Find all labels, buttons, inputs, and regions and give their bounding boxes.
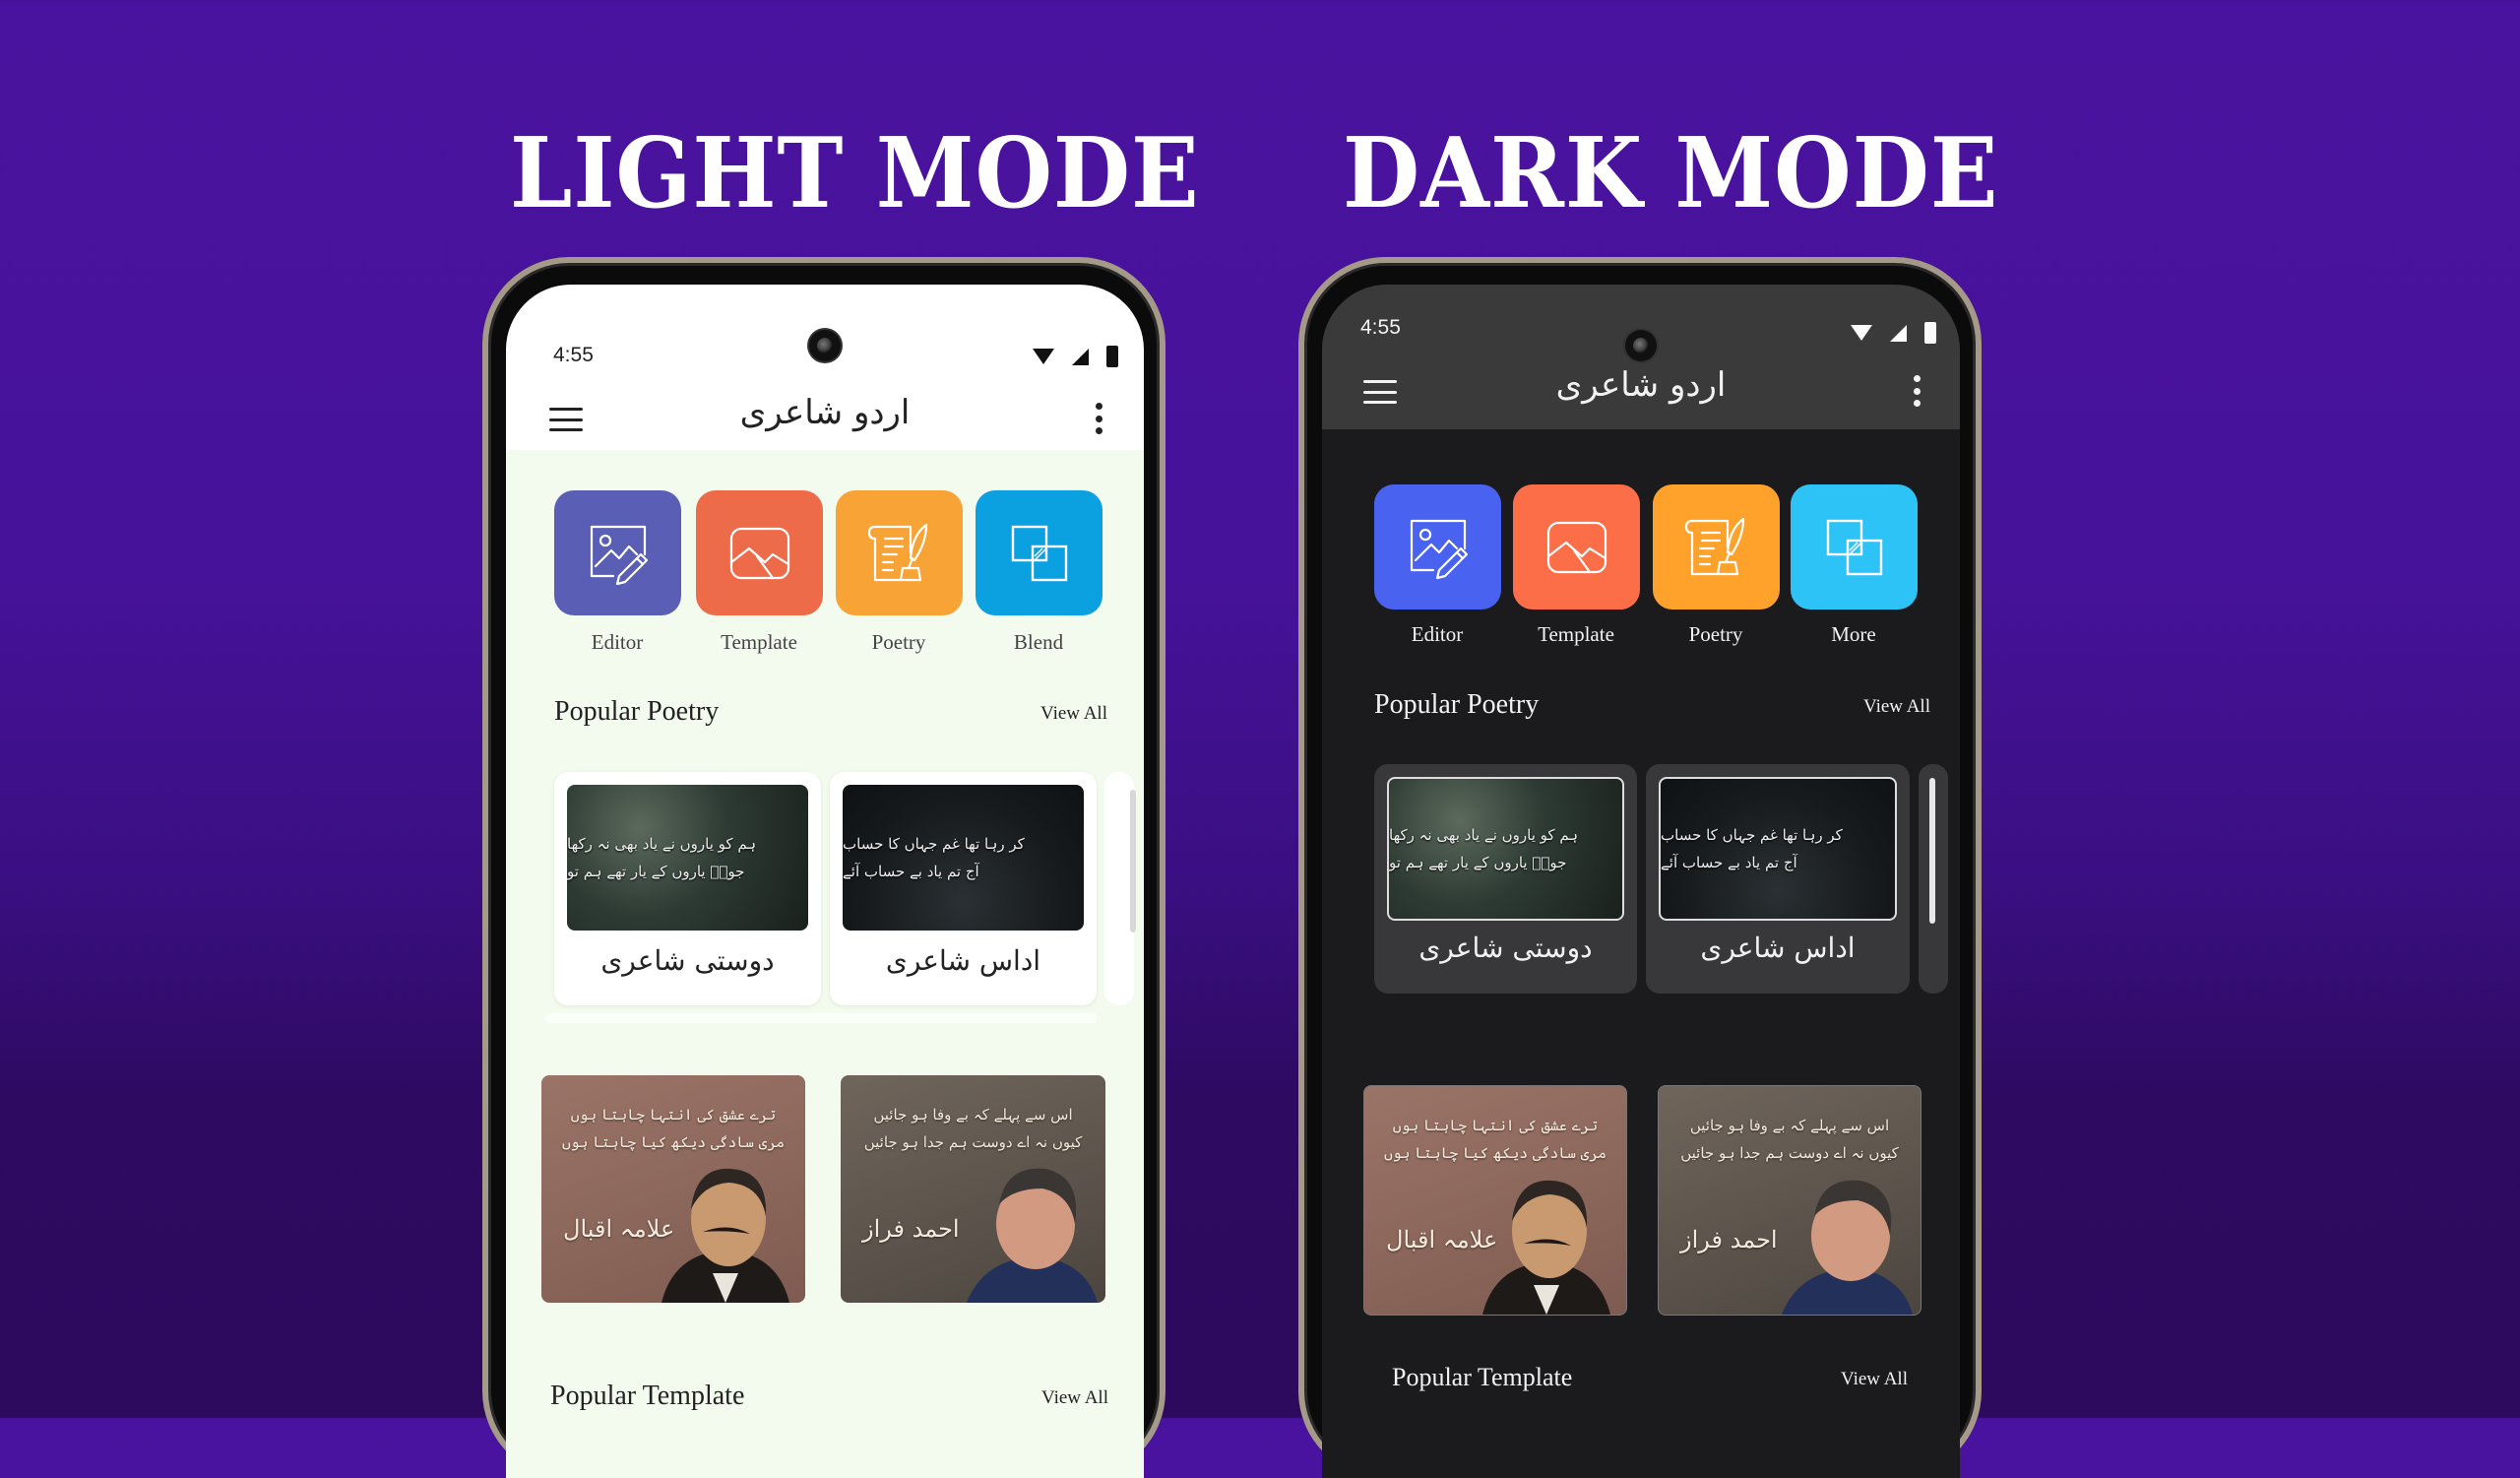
image-edit-icon bbox=[1410, 519, 1468, 579]
template-card[interactable]: ترے عشق کی انتہا چاہتا ہوں مری سادگی دیکھ… bbox=[541, 1075, 805, 1303]
divider bbox=[545, 1013, 1097, 1023]
wifi-icon bbox=[1033, 349, 1054, 364]
template-verse: اس سے پہلے کہ بے وفا ہو جائیں کیوں نہ اے … bbox=[863, 1106, 1083, 1151]
popular-template-view-all[interactable]: View All bbox=[1041, 1387, 1108, 1409]
verse-line: ہم کو یاروں نے یاد بھی نہ رکھا bbox=[1389, 826, 1579, 844]
dark-phone-screen: 4:55 اردو شاعری Editor Template Poetry M… bbox=[1322, 285, 1960, 1478]
poet-portrait-image bbox=[967, 1168, 1098, 1303]
battery-icon bbox=[1924, 322, 1936, 344]
landscape-frame-icon bbox=[729, 527, 789, 579]
scroll-quill-icon bbox=[1684, 517, 1744, 575]
poetry-card[interactable]: کر رہا تھا غم جہاں کا حساب آج تم یاد بے … bbox=[1646, 764, 1910, 994]
tile-label-template: Template bbox=[1538, 622, 1614, 646]
verse-line: ہم کو یاروں نے یاد بھی نہ رکھا bbox=[567, 835, 757, 853]
poetry-card-image: کر رہا تھا غم جہاں کا حساب آج تم یاد بے … bbox=[1659, 777, 1897, 921]
tile-poetry[interactable] bbox=[1653, 484, 1780, 610]
front-camera-icon bbox=[809, 330, 841, 361]
template-verse: ترے عشق کی انتہا چاہتا ہوں مری سادگی دیکھ… bbox=[562, 1106, 785, 1151]
poetry-card-caption: دوستی شاعری bbox=[600, 944, 775, 977]
image-edit-icon bbox=[590, 525, 648, 585]
verse-line: آج تم یاد بے حساب آئے bbox=[843, 863, 979, 880]
template-card[interactable]: ترے عشق کی انتہا چاہتا ہوں مری سادگی دیکھ… bbox=[1363, 1085, 1627, 1316]
app-bar: اردو شاعری bbox=[506, 383, 1144, 452]
tile-template[interactable] bbox=[696, 490, 823, 615]
signal-icon bbox=[1890, 324, 1907, 342]
light-mode-phone: 4:55 اردو شاعری Editor Template Poetry B… bbox=[482, 257, 1166, 1478]
status-time: 4:55 bbox=[553, 344, 594, 366]
poet-portrait-image bbox=[1482, 1180, 1610, 1315]
tile-label-editor: Editor bbox=[1411, 622, 1464, 646]
popular-poetry-title: Popular Poetry bbox=[554, 696, 720, 727]
more-options-icon[interactable] bbox=[1913, 375, 1921, 407]
poet-portrait-image bbox=[1782, 1180, 1913, 1315]
popular-poetry-view-all[interactable]: View All bbox=[1040, 703, 1107, 725]
overlap-squares-icon bbox=[1826, 519, 1882, 575]
tile-more[interactable] bbox=[1791, 484, 1918, 610]
tile-label-poetry: Poetry bbox=[871, 630, 926, 654]
status-icons bbox=[1851, 322, 1936, 344]
landscape-frame-icon bbox=[1546, 521, 1606, 573]
tile-template[interactable] bbox=[1513, 484, 1640, 610]
dark-mode-phone: 4:55 اردو شاعری Editor Template Poetry M… bbox=[1298, 257, 1982, 1478]
scroll-quill-icon bbox=[867, 523, 927, 581]
status-icons bbox=[1033, 346, 1118, 367]
verse-line: آج تم یاد بے حساب آئے bbox=[1661, 854, 1797, 871]
tile-label-editor: Editor bbox=[591, 630, 644, 654]
template-poet-name: احمد فراز bbox=[862, 1215, 960, 1243]
poetry-card-image: ہم کو یاروں نے یاد بھی نہ رکھا جونؔ یارو… bbox=[567, 785, 808, 931]
poetry-card[interactable]: ہم کو یاروں نے یاد بھی نہ رکھا جونؔ یارو… bbox=[554, 772, 821, 1005]
verse-line: جونؔ یاروں کے یار تھے ہم تو bbox=[1389, 854, 1567, 871]
tile-editor[interactable] bbox=[554, 490, 681, 615]
popular-poetry-view-all[interactable]: View All bbox=[1863, 696, 1930, 718]
verse-line: کر رہا تھا غم جہاں کا حساب bbox=[1661, 826, 1843, 844]
verse-line: جونؔ یاروں کے یار تھے ہم تو bbox=[567, 863, 745, 880]
more-options-icon[interactable] bbox=[1095, 403, 1102, 434]
poetry-card-caption: دوستی شاعری bbox=[1418, 932, 1593, 964]
popular-template-view-all[interactable]: View All bbox=[1841, 1369, 1908, 1390]
poetry-card[interactable]: کر رہا تھا غم جہاں کا حساب آج تم یاد بے … bbox=[830, 772, 1097, 1005]
template-card[interactable]: اس سے پہلے کہ بے وفا ہو جائیں کیوں نہ اے … bbox=[1658, 1085, 1922, 1316]
status-time: 4:55 bbox=[1360, 316, 1401, 339]
poet-portrait-image bbox=[662, 1168, 789, 1303]
home-content: Editor Template Poetry More Popular Poet… bbox=[1322, 429, 1960, 1478]
tile-blend[interactable] bbox=[976, 490, 1102, 615]
horizontal-scroll-indicator[interactable] bbox=[1130, 790, 1136, 932]
template-verse: اس سے پہلے کہ بے وفا ہو جائیں کیوں نہ اے … bbox=[1680, 1117, 1899, 1162]
tile-label-template: Template bbox=[721, 630, 797, 654]
wifi-icon bbox=[1851, 325, 1872, 341]
poetry-card-caption: اداس شاعری bbox=[885, 944, 1041, 977]
horizontal-scroll-indicator[interactable] bbox=[1929, 778, 1935, 924]
app-title: اردو شاعری bbox=[739, 393, 911, 432]
poetry-card-image: کر رہا تھا غم جہاں کا حساب آج تم یاد بے … bbox=[843, 785, 1084, 931]
tile-label-blend: Blend bbox=[1013, 630, 1064, 654]
battery-icon bbox=[1106, 346, 1118, 367]
overlap-squares-icon bbox=[1011, 525, 1067, 581]
tile-label-more: More bbox=[1831, 622, 1876, 646]
light-mode-heading: LIGHT MODE bbox=[510, 117, 1200, 230]
poetry-card-caption: اداس شاعری bbox=[1700, 932, 1856, 964]
app-title: اردو شاعری bbox=[1555, 365, 1727, 405]
tile-editor[interactable] bbox=[1374, 484, 1501, 610]
poetry-card[interactable]: ہم کو یاروں نے یاد بھی نہ رکھا جونؔ یارو… bbox=[1374, 764, 1637, 994]
dark-mode-heading: DARK MODE bbox=[1343, 117, 1999, 230]
template-card[interactable]: اس سے پہلے کہ بے وفا ہو جائیں کیوں نہ اے … bbox=[841, 1075, 1105, 1303]
popular-template-title: Popular Template bbox=[1392, 1363, 1573, 1391]
popular-template-title: Popular Template bbox=[550, 1381, 745, 1411]
light-phone-screen: 4:55 اردو شاعری Editor Template Poetry B… bbox=[506, 285, 1144, 1478]
popular-poetry-title: Popular Poetry bbox=[1374, 689, 1540, 720]
home-content: Editor Template Poetry Blend Popular Poe… bbox=[506, 450, 1144, 1478]
signal-icon bbox=[1072, 348, 1089, 365]
template-verse: ترے عشق کی انتہا چاہتا ہوں مری سادگی دیکھ… bbox=[1384, 1117, 1606, 1162]
tile-poetry[interactable] bbox=[836, 490, 963, 615]
template-poet-name: احمد فراز bbox=[1680, 1226, 1778, 1253]
tile-label-poetry: Poetry bbox=[1688, 622, 1743, 646]
poetry-card-image: ہم کو یاروں نے یاد بھی نہ رکھا جونؔ یارو… bbox=[1387, 777, 1624, 921]
verse-line: کر رہا تھا غم جہاں کا حساب bbox=[843, 835, 1025, 853]
app-bar: اردو شاعری bbox=[1322, 355, 1960, 429]
